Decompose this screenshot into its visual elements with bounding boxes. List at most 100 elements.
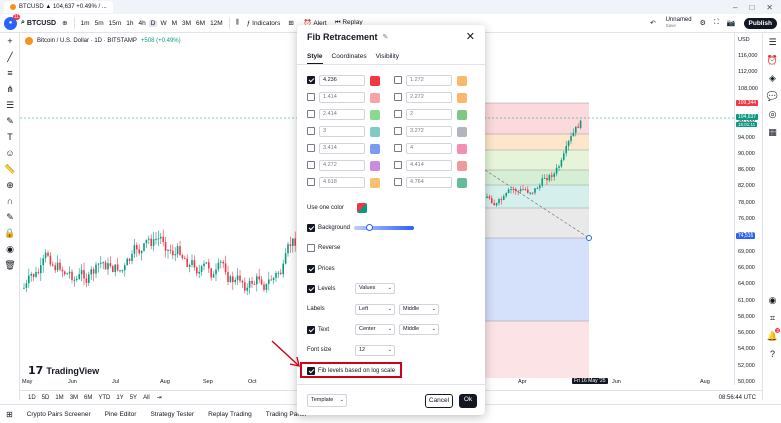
level-color-swatch[interactable] — [370, 178, 380, 188]
level-checkbox[interactable] — [307, 178, 315, 186]
level-checkbox[interactable] — [394, 178, 402, 186]
chart-type-icon[interactable]: ⫼ — [234, 19, 241, 27]
text-icon[interactable]: T — [0, 129, 20, 145]
level-color-swatch[interactable] — [370, 144, 380, 154]
notifications-icon[interactable]: 🔔 2 — [763, 327, 781, 345]
level-checkbox[interactable] — [394, 144, 402, 152]
level-color-swatch[interactable] — [457, 178, 467, 188]
layout-name[interactable]: Unnamed Save — [666, 17, 692, 29]
level-value-input[interactable]: 2.414 — [319, 109, 365, 120]
level-color-swatch[interactable] — [457, 110, 467, 120]
pitchfork-icon[interactable]: ⋔ — [0, 81, 20, 97]
level-value-input[interactable]: 1.272 — [406, 75, 452, 86]
level-color-swatch[interactable] — [370, 161, 380, 171]
range-5d[interactable]: 5D — [42, 395, 50, 401]
tradingview-logo[interactable]: 𝟭𝟳 TradingView — [28, 364, 99, 377]
horizontal-lines-icon[interactable]: ≡ — [0, 65, 20, 81]
level-checkbox[interactable] — [394, 127, 402, 135]
layers-icon[interactable]: ◈ — [763, 69, 781, 87]
target-icon[interactable]: ◉ — [763, 291, 781, 309]
level-checkbox[interactable] — [307, 110, 315, 118]
goto-date-icon[interactable]: ⇥ — [157, 394, 162, 401]
trendline-icon[interactable]: ╱ — [0, 49, 20, 65]
clock[interactable]: 08:56:44 UTC — [719, 395, 762, 401]
watchlist-icon[interactable]: ☰ — [763, 33, 781, 51]
level-color-swatch[interactable] — [457, 144, 467, 154]
range-5y[interactable]: 5Y — [130, 395, 137, 401]
interval-5m[interactable]: 5m — [93, 20, 106, 27]
opacity-slider[interactable] — [354, 226, 414, 230]
layouts-icon[interactable]: ⊞ — [286, 19, 295, 27]
level-value-input[interactable]: 4.272 — [319, 160, 365, 171]
crosshair-icon[interactable]: + — [0, 33, 20, 49]
levels-checkbox[interactable] — [307, 285, 315, 293]
stay-drawing-icon[interactable]: ✎ — [0, 209, 20, 225]
level-color-swatch[interactable] — [370, 127, 380, 137]
bottom-tab-crypto-pairs-screener[interactable]: Crypto Pairs Screener — [27, 411, 91, 418]
interval-15m[interactable]: 15m — [107, 20, 124, 27]
prices-checkbox[interactable] — [307, 265, 315, 273]
publish-button[interactable]: Publish — [743, 17, 777, 29]
level-value-input[interactable]: 4 — [406, 143, 452, 154]
level-value-input[interactable]: 4.414 — [406, 160, 452, 171]
hotlist-icon[interactable]: ⌗ — [763, 309, 781, 327]
collapse-panel-icon[interactable]: ⊞ — [6, 410, 13, 419]
interval-w[interactable]: W — [158, 20, 168, 27]
level-value-input[interactable]: 2.272 — [406, 92, 452, 103]
undo-icon[interactable]: ↶ — [648, 19, 657, 27]
level-value-input[interactable]: 3 — [319, 126, 365, 137]
level-color-swatch[interactable] — [457, 76, 467, 86]
avatar[interactable]: ● 11 — [4, 13, 20, 30]
interval-1m[interactable]: 1m — [79, 20, 92, 27]
bottom-tab-strategy-tester[interactable]: Strategy Tester — [150, 411, 194, 418]
close-window-icon[interactable]: ✕ — [766, 3, 773, 12]
level-checkbox[interactable] — [307, 93, 315, 101]
level-checkbox[interactable] — [307, 127, 315, 135]
level-checkbox[interactable] — [394, 161, 402, 169]
level-color-swatch[interactable] — [457, 127, 467, 137]
level-color-swatch[interactable] — [370, 76, 380, 86]
fullscreen-icon[interactable]: ⛶ — [714, 19, 719, 27]
range-1m[interactable]: 1M — [55, 395, 63, 401]
range-all[interactable]: All — [143, 395, 150, 401]
level-checkbox[interactable] — [394, 110, 402, 118]
text-horizontal-select[interactable]: Center ⌄ — [355, 324, 395, 335]
one-color-swatch[interactable] — [357, 203, 367, 213]
lock-icon[interactable]: 🔒 — [0, 225, 20, 241]
camera-icon[interactable]: 📷 — [727, 19, 736, 27]
range-6m[interactable]: 6M — [84, 395, 92, 401]
compare-icon[interactable]: ⊕ — [60, 19, 69, 27]
level-value-input[interactable]: 3.414 — [319, 143, 365, 154]
range-1d[interactable]: 1D — [28, 395, 36, 401]
level-checkbox[interactable] — [307, 161, 315, 169]
range-ytd[interactable]: YTD — [98, 395, 110, 401]
interval-4h[interactable]: 4h — [137, 20, 148, 27]
font-size-select[interactable]: 12 ⌄ — [355, 345, 395, 356]
maximize-icon[interactable]: □ — [749, 3, 754, 12]
emoji-icon[interactable]: ☺ — [0, 145, 20, 161]
level-checkbox[interactable] — [307, 76, 315, 84]
labels-vertical-select[interactable]: Middle ⌄ — [399, 304, 439, 315]
level-checkbox[interactable] — [394, 93, 402, 101]
level-value-input[interactable]: 1.414 — [319, 92, 365, 103]
labels-horizontal-select[interactable]: Left ⌄ — [355, 304, 395, 315]
text-checkbox[interactable] — [307, 326, 315, 334]
minimize-icon[interactable]: – — [733, 3, 737, 12]
level-value-input[interactable]: 4.236 — [319, 75, 365, 86]
level-value-input[interactable]: 2 — [406, 109, 452, 120]
indicators-button[interactable]: ƒ Indicators — [245, 20, 283, 27]
chat-icon[interactable]: 💬 — [763, 87, 781, 105]
text-vertical-select[interactable]: Middle ⌄ — [399, 324, 439, 335]
level-color-swatch[interactable] — [457, 93, 467, 103]
price-axis[interactable]: USD 116,000112,000108,000104,00098,00094… — [734, 33, 762, 385]
range-1y[interactable]: 1Y — [116, 395, 123, 401]
opacity-slider-handle[interactable] — [366, 224, 373, 231]
ruler-icon[interactable]: 📏 — [0, 161, 20, 177]
levels-select[interactable]: Values ⌄ — [355, 283, 395, 294]
level-color-swatch[interactable] — [457, 161, 467, 171]
level-color-swatch[interactable] — [370, 110, 380, 120]
magnet-icon[interactable]: ∩ — [0, 193, 20, 209]
interval-m[interactable]: M — [170, 20, 179, 27]
interval-1h[interactable]: 1h — [124, 20, 135, 27]
interval-6m[interactable]: 6M — [194, 20, 207, 27]
